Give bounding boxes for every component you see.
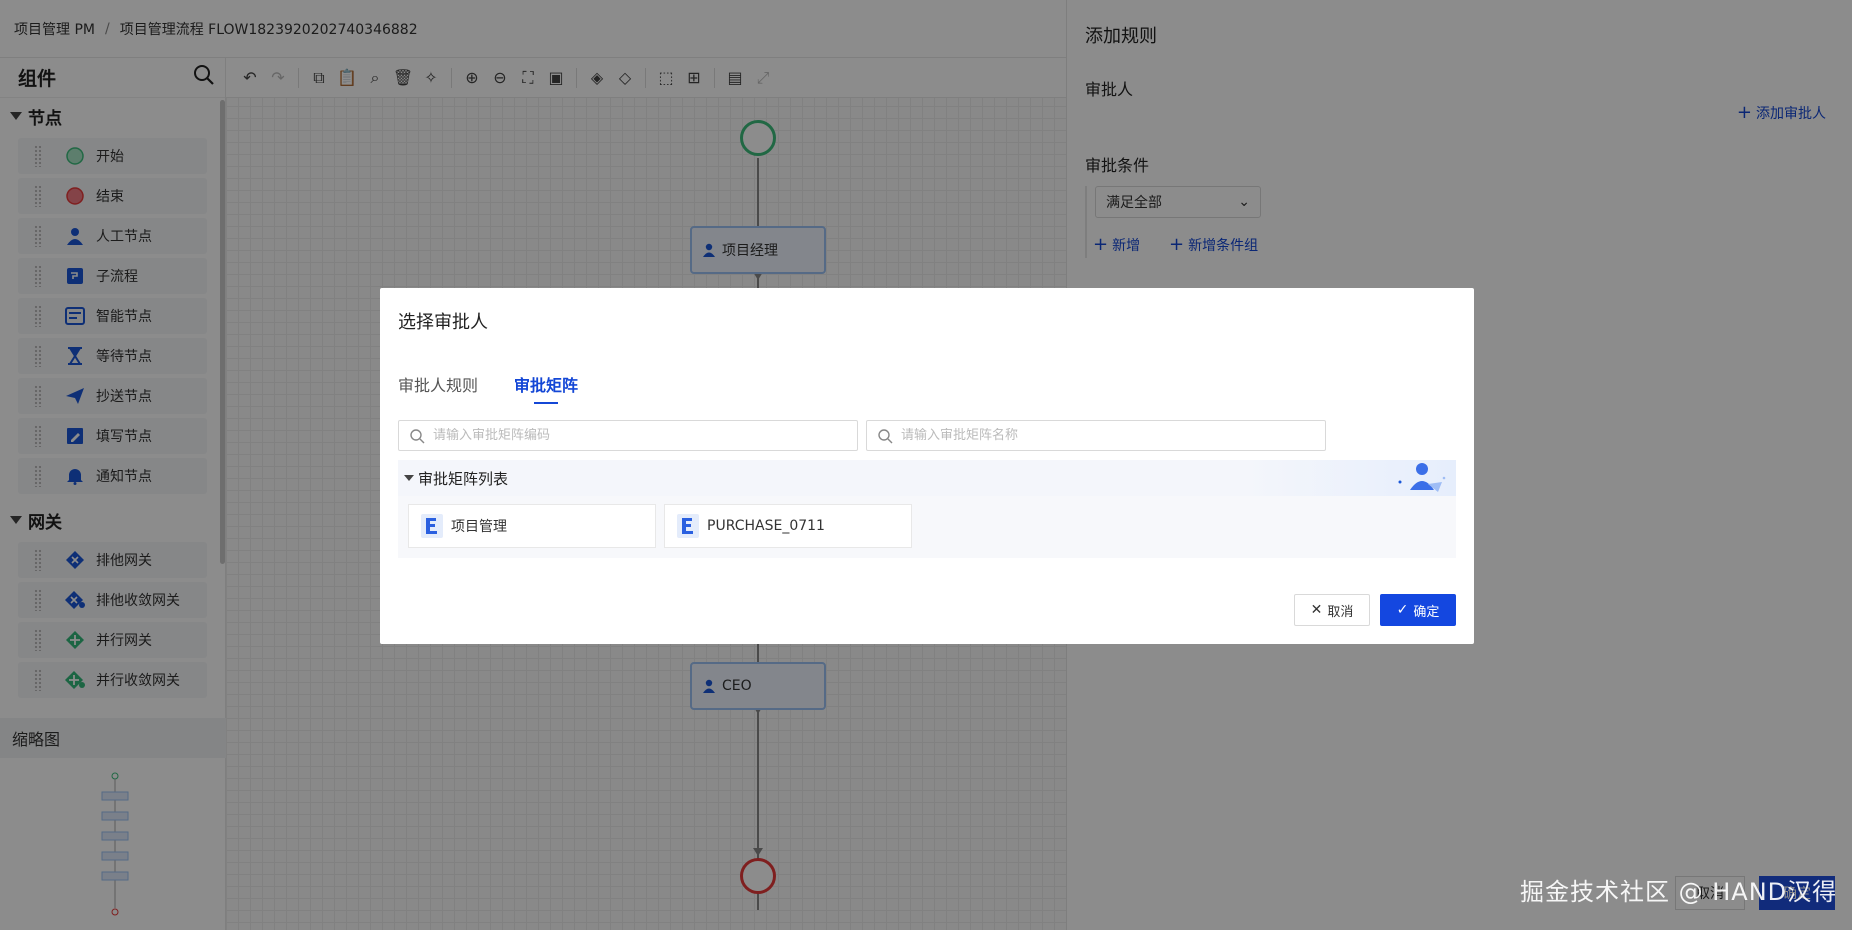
search-icon [878,428,893,443]
matrix-card-name: PURCHASE_0711 [707,518,825,534]
matrix-name-input[interactable] [901,428,1301,443]
matrix-card-name: 项目管理 [451,519,507,535]
modal-tabs: 审批人规则 审批矩阵 [398,372,614,404]
modal-cancel-label: 取消 [1327,604,1354,620]
matrix-list-panel: 审批矩阵列表 项目管理 PURCHASE_0711 [398,460,1456,558]
tab-approver-rule[interactable]: 审批人规则 [398,372,478,404]
check-icon: ✓ [1396,602,1409,618]
matrix-list-title: 审批矩阵列表 [418,469,509,488]
matrix-name-search[interactable] [866,420,1326,451]
modal-confirm-label: 确定 [1413,604,1440,620]
matrix-code-search[interactable] [398,420,858,451]
matrix-entity-icon [677,514,699,538]
tab-approval-matrix[interactable]: 审批矩阵 [514,372,578,404]
matrix-code-input[interactable] [433,428,833,443]
search-icon [410,428,425,443]
select-approver-modal: 选择审批人 审批人规则 审批矩阵 审批矩阵列表 项目管理 PURCHASE_ [380,288,1474,644]
matrix-entity-icon [421,514,443,538]
user-illustration-icon [1398,463,1446,492]
matrix-list-header[interactable]: 审批矩阵列表 [398,460,1456,496]
caret-down-icon [404,475,414,481]
matrix-card-project-management[interactable]: 项目管理 [408,504,656,548]
matrix-card-purchase[interactable]: PURCHASE_0711 [664,504,912,548]
modal-title: 选择审批人 [398,312,488,333]
modal-cancel-button[interactable]: ✕ 取消 [1294,594,1370,626]
watermark: 掘金技术社区 @ HAND汉得 [1520,878,1838,906]
close-icon: ✕ [1310,602,1323,618]
modal-confirm-button[interactable]: ✓ 确定 [1380,594,1456,626]
